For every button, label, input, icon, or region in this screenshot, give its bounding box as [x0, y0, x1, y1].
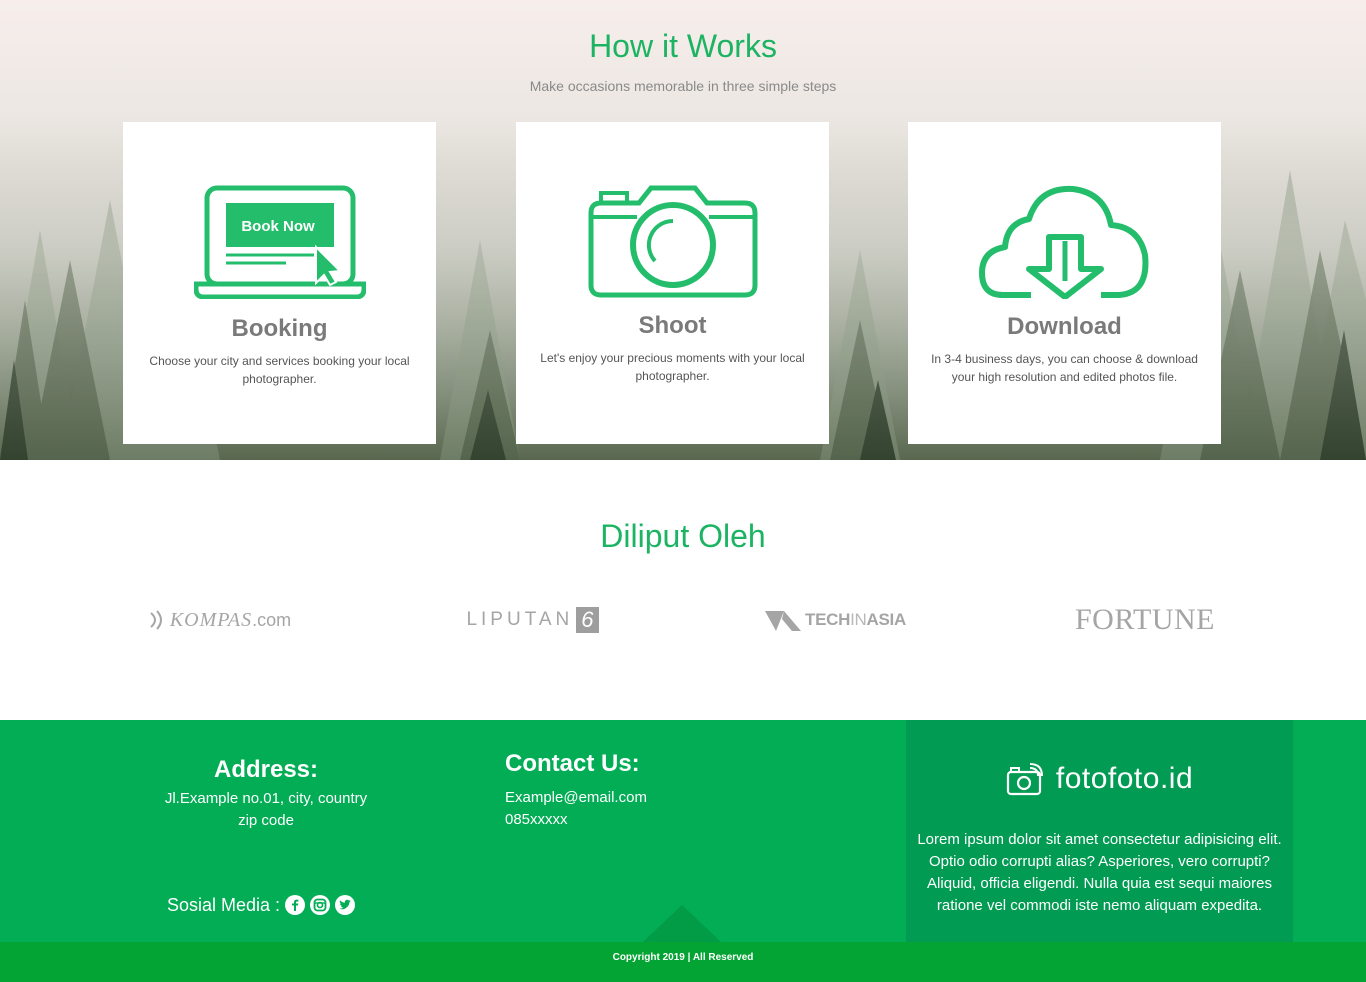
twitter-icon[interactable]	[335, 895, 356, 915]
step-title-booking: Booking	[231, 315, 328, 342]
facebook-icon[interactable]	[285, 895, 306, 915]
how-it-works-title: How it Works	[589, 28, 777, 64]
contact-title: Contact Us:	[505, 750, 640, 777]
instagram-icon[interactable]	[310, 895, 331, 915]
covered-by-title: Diliput Oleh	[600, 518, 766, 554]
kompas-logo[interactable]: KOMPAS .com	[140, 598, 300, 642]
social-media-label: Sosial Media :	[167, 894, 281, 915]
footer: Address: Jl.Example no.01, city, country…	[0, 720, 1366, 982]
kompas-mark-icon	[150, 610, 162, 630]
step-text-shoot: Let's enjoy your precious moments with y…	[540, 351, 805, 383]
camera-icon	[516, 185, 829, 299]
contact-email[interactable]: Example@email.com	[505, 789, 647, 806]
step-card-booking: Book Now Booking Choose your city and se…	[123, 122, 436, 444]
address-line-1: Jl.Example no.01, city, country	[164, 790, 368, 807]
copyright-text: Copyright 2019 | All Reserved	[612, 952, 754, 963]
social-media: Sosial Media :	[167, 893, 356, 917]
fotofoto-logo[interactable]: fotofoto.id	[906, 758, 1293, 800]
brand-description: Lorem ipsum dolor sit amet consectetur a…	[917, 831, 1282, 914]
techinasia-logo[interactable]: TECH IN ASIA	[760, 598, 910, 642]
techinasia-mark-icon	[765, 611, 802, 631]
step-card-shoot: Shoot Let's enjoy your precious moments …	[516, 122, 829, 444]
step-text-download: In 3-4 business days, you can choose & d…	[931, 352, 1198, 384]
address-title: Address:	[213, 756, 319, 783]
fortune-logo[interactable]: FORTUNE	[1065, 598, 1225, 642]
camera-signal-icon	[1006, 763, 1043, 796]
how-it-works-section: How it Works Make occasions memorable in…	[0, 0, 1366, 460]
step-card-download: Download In 3-4 business days, you can c…	[908, 122, 1221, 444]
step-title-shoot: Shoot	[638, 312, 707, 339]
address-line-2: zip code	[238, 812, 294, 829]
step-title-download: Download	[1007, 313, 1122, 340]
step-text-booking: Choose your city and services booking yo…	[149, 354, 410, 386]
cloud-download-icon	[908, 185, 1221, 299]
contact-phone[interactable]: 085xxxxx	[505, 811, 568, 828]
laptop-book-now-icon: Book Now	[123, 185, 436, 299]
how-it-works-subtitle: Make occasions memorable in three simple…	[529, 78, 837, 94]
liputan6-logo[interactable]: LIPUTAN 6	[455, 598, 610, 642]
svg-text:Book Now: Book Now	[241, 218, 315, 235]
back-to-top-arrow[interactable]	[643, 905, 721, 942]
